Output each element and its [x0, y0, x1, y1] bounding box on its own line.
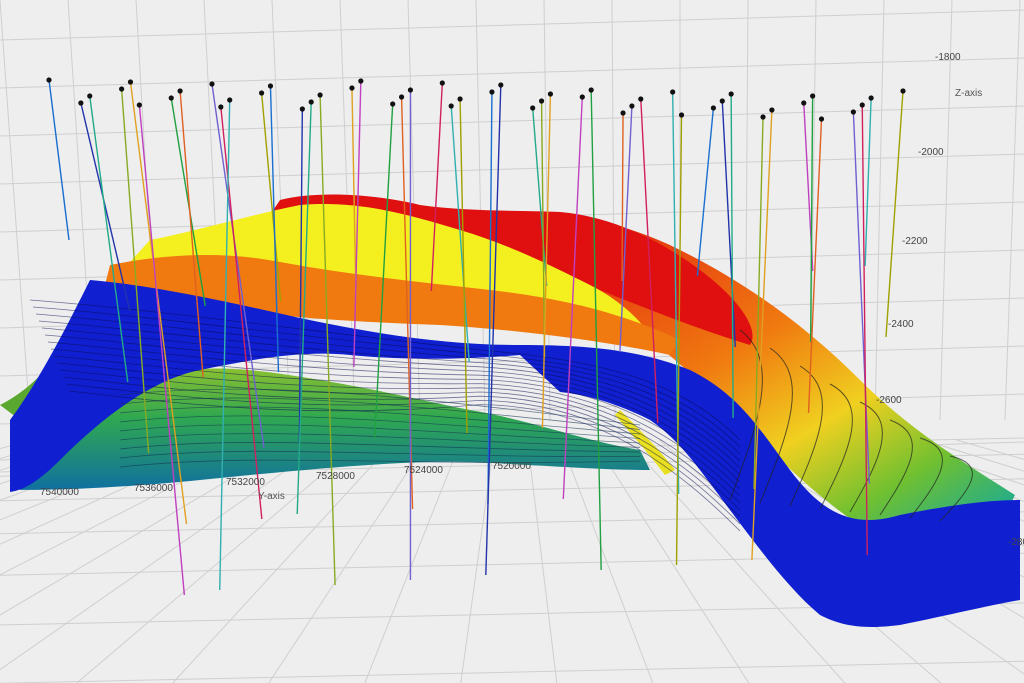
z-tick: -2000 [918, 147, 944, 158]
z-axis-label: Z-axis [955, 88, 982, 99]
wellhead-marker[interactable] [769, 107, 775, 113]
wellhead-marker[interactable] [457, 96, 463, 102]
grid-line [1004, 0, 1021, 421]
wellhead-marker[interactable] [588, 87, 594, 93]
wellhead-marker[interactable] [859, 102, 865, 108]
y-tick: 7520000 [492, 461, 531, 472]
well-path[interactable] [485, 84, 502, 576]
reservoir-3d-scene[interactable]: Z-axis -1800 -2000 -2200 -2400 -2600 -28… [0, 0, 1024, 683]
wellhead-marker[interactable] [218, 104, 224, 110]
wellhead-marker[interactable] [87, 93, 93, 99]
well-path[interactable] [80, 102, 131, 312]
wellhead-marker[interactable] [547, 91, 554, 97]
wellhead-marker[interactable] [267, 83, 274, 89]
well-path[interactable] [621, 112, 624, 282]
wellhead-marker[interactable] [209, 81, 215, 87]
grid-line [526, 439, 558, 683]
y-tick: 7524000 [404, 465, 443, 476]
wellhead-marker[interactable] [670, 89, 676, 95]
wellhead-marker[interactable] [168, 95, 174, 101]
wellhead-marker[interactable] [538, 98, 545, 104]
wellhead-marker[interactable] [818, 116, 825, 122]
grid-line [0, 57, 1024, 89]
wellhead-marker[interactable] [227, 97, 233, 103]
grid-line [0, 153, 1024, 185]
z-tick: -2600 [876, 395, 902, 406]
wellhead-marker[interactable] [719, 98, 725, 104]
wellhead-marker[interactable] [728, 91, 734, 97]
wellhead-marker[interactable] [46, 77, 52, 83]
well-path[interactable] [696, 107, 715, 277]
grid-line [0, 0, 31, 421]
wellhead-marker[interactable] [530, 105, 536, 111]
wellhead-marker[interactable] [177, 88, 183, 94]
wellhead-marker[interactable] [498, 82, 504, 88]
wellhead-marker[interactable] [801, 100, 807, 106]
y-axis-label: Y-axis [258, 491, 285, 502]
well-trajectory[interactable] [46, 77, 70, 241]
wellhead-marker[interactable] [710, 105, 717, 111]
wellhead-marker[interactable] [299, 106, 305, 112]
well-trajectory[interactable] [885, 88, 906, 338]
wellhead-marker[interactable] [398, 94, 405, 100]
3d-viewport[interactable]: Z-axis -1800 -2000 -2200 -2400 -2600 -28… [0, 0, 1024, 683]
wellhead-marker[interactable] [390, 101, 396, 107]
wellhead-marker[interactable] [900, 88, 906, 94]
wellhead-marker[interactable] [127, 79, 134, 85]
wellhead-marker[interactable] [579, 94, 585, 100]
well-trajectory[interactable] [696, 105, 717, 277]
z-tick: -2400 [888, 319, 914, 330]
wellhead-marker[interactable] [810, 93, 816, 99]
wellhead-marker[interactable] [119, 86, 125, 92]
wellhead-marker[interactable] [407, 87, 414, 93]
wellhead-marker[interactable] [760, 114, 766, 120]
grid-line [874, 0, 885, 421]
wellhead-marker[interactable] [349, 85, 355, 91]
y-tick: 7536000 [134, 483, 173, 494]
wellhead-marker[interactable] [850, 109, 856, 115]
wellhead-marker[interactable] [620, 110, 626, 116]
grid-line [0, 9, 1024, 41]
wellhead-marker[interactable] [317, 92, 323, 98]
wellhead-marker[interactable] [136, 102, 142, 108]
wellhead-marker[interactable] [439, 80, 445, 86]
wellhead-marker[interactable] [358, 78, 364, 84]
well-path[interactable] [864, 97, 872, 267]
wellhead-marker[interactable] [258, 90, 265, 96]
grid-line [939, 0, 953, 421]
wellhead-marker[interactable] [638, 96, 644, 102]
z-tick: -1800 [935, 52, 961, 63]
well-trajectory[interactable] [864, 95, 874, 267]
wellhead-marker[interactable] [448, 103, 454, 109]
y-tick: 7532000 [226, 477, 265, 488]
wellhead-marker[interactable] [868, 95, 874, 101]
wellhead-marker[interactable] [629, 103, 635, 109]
grid-line [364, 439, 462, 683]
y-tick: 7540000 [40, 487, 79, 498]
well-path[interactable] [885, 90, 904, 338]
wellhead-marker[interactable] [308, 99, 314, 105]
wellhead-marker[interactable] [489, 89, 495, 95]
well-path[interactable] [48, 79, 70, 241]
wellhead-marker[interactable] [678, 112, 685, 118]
z-tick: -2200 [902, 236, 928, 247]
grid-line [0, 660, 1024, 683]
z-tick: -2800 [1008, 537, 1024, 548]
wellhead-marker[interactable] [78, 100, 84, 106]
y-tick: 7528000 [316, 471, 355, 482]
